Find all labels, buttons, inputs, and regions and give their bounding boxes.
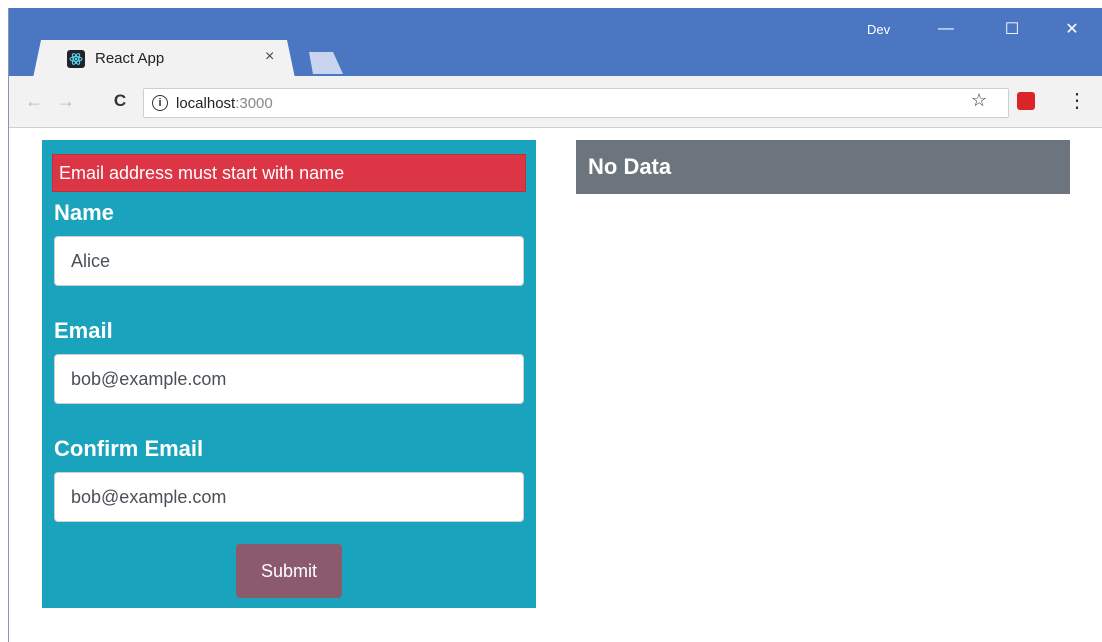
address-bar[interactable]: i localhost:3000 — [143, 88, 1009, 118]
url-port: :3000 — [235, 95, 273, 112]
back-icon[interactable]: ← — [23, 90, 45, 112]
summary-no-data: No Data — [576, 140, 1070, 194]
name-label: Name — [54, 200, 114, 225]
new-tab-button[interactable] — [303, 52, 343, 74]
react-favicon-icon — [67, 50, 85, 68]
maximize-button[interactable]: ☐ — [989, 14, 1035, 44]
validation-error-banner: Email address must start with name — [52, 154, 526, 192]
tab-close-icon[interactable]: × — [265, 48, 274, 66]
close-window-button[interactable]: ✕ — [1049, 14, 1095, 44]
email-label: Email — [54, 318, 113, 343]
form-panel: Email address must start with name Name … — [42, 140, 536, 608]
submit-button[interactable]: Submit — [236, 544, 342, 598]
title-bar: React App × Dev — ☐ ✕ — [9, 8, 1102, 76]
confirm-email-input[interactable] — [54, 472, 524, 522]
email-input[interactable] — [54, 354, 524, 404]
minimize-button[interactable]: — — [923, 14, 969, 44]
bookmark-star-icon[interactable]: ☆ — [971, 90, 987, 111]
confirm-email-label: Confirm Email — [54, 436, 204, 461]
reload-icon[interactable]: C — [109, 90, 131, 112]
tab-title: React App — [95, 50, 165, 67]
tab-react-app[interactable]: React App × — [33, 40, 295, 78]
url-text: localhost:3000 — [176, 95, 273, 112]
extension-icon[interactable] — [1017, 92, 1035, 110]
url-host: localhost — [176, 95, 236, 112]
browser-toolbar: ← → C i localhost:3000 ☆ ⋮ — [9, 76, 1102, 128]
info-icon[interactable]: i — [152, 95, 168, 111]
menu-icon[interactable]: ⋮ — [1067, 88, 1087, 113]
profile-label[interactable]: Dev — [867, 22, 890, 37]
browser-window: React App × Dev — ☐ ✕ ← → C i localhost:… — [8, 8, 1102, 642]
forward-icon[interactable]: → — [55, 90, 77, 112]
name-input[interactable] — [54, 236, 524, 286]
